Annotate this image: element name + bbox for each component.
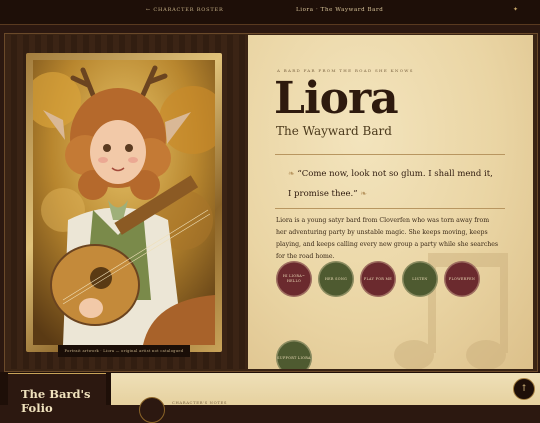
action-button-song[interactable]: Her Song bbox=[318, 261, 354, 297]
action-button-play[interactable]: Play for me bbox=[360, 261, 396, 297]
portrait-frame bbox=[26, 53, 222, 352]
page-title: Liora · The Wayward Bard bbox=[296, 7, 384, 13]
character-name: Liora bbox=[274, 73, 399, 124]
portrait-caption: Portrait artwork · Liora — original arti… bbox=[58, 345, 190, 357]
back-to-roster-link[interactable]: ← Character Roster bbox=[146, 7, 224, 13]
action-button-greet[interactable]: Hi Liora~ Hello bbox=[276, 261, 312, 297]
folio-heading: The Bard's Folio bbox=[8, 373, 106, 415]
folio-title: The Bard's Folio bbox=[21, 387, 91, 415]
folio-label: Character's Notes bbox=[172, 400, 228, 405]
action-button-flowerfen[interactable]: Flowerfen bbox=[444, 261, 480, 297]
fleuron-icon: ❧ bbox=[360, 189, 367, 198]
avatar bbox=[139, 397, 165, 423]
portrait-illustration bbox=[33, 60, 215, 345]
character-portrait bbox=[33, 60, 215, 345]
action-button-support[interactable]: Support Liora bbox=[276, 340, 312, 369]
profile-parchment: A bard far from the road she knows Liora… bbox=[248, 35, 533, 369]
divider bbox=[275, 154, 505, 155]
character-subtitle: The Wayward Bard bbox=[276, 124, 392, 138]
scroll-to-top-button[interactable]: ↑ bbox=[513, 378, 535, 400]
divider bbox=[275, 208, 505, 209]
top-nav-bar: ← Character Roster Liora · The Wayward B… bbox=[0, 0, 540, 25]
quote-text: “Come now, look not so glum. I shall men… bbox=[288, 169, 493, 199]
fleuron-icon: ❧ bbox=[288, 169, 295, 178]
star-ornament-icon: ✦ bbox=[513, 6, 519, 13]
character-quote: ❧ “Come now, look not so glum. I shall m… bbox=[288, 164, 498, 204]
action-button-listen[interactable]: Listen bbox=[402, 261, 438, 297]
